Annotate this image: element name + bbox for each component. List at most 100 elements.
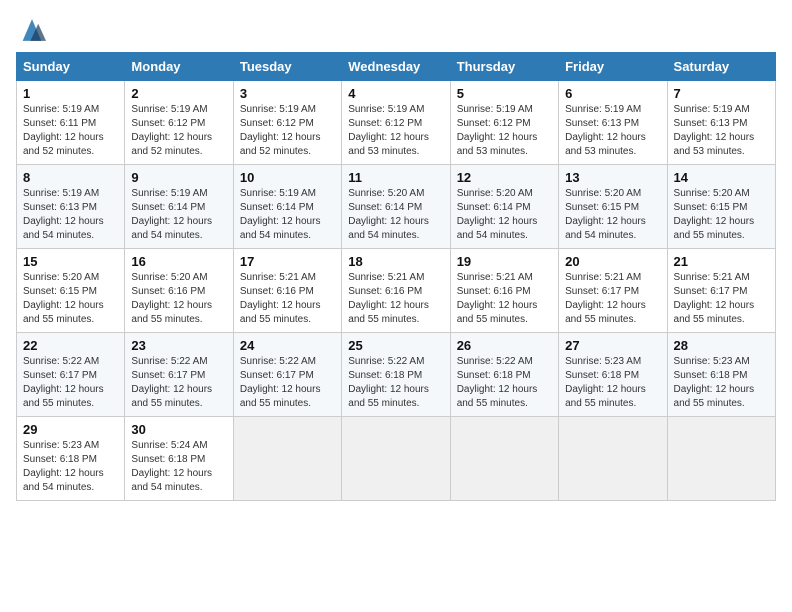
day-info: Sunrise: 5:19 AM Sunset: 6:14 PM Dayligh… [240, 187, 335, 243]
calendar-cell: 13 Sunrise: 5:20 AM Sunset: 6:15 PM Dayli… [559, 165, 667, 249]
day-info: Sunrise: 5:20 AM Sunset: 6:14 PM Dayligh… [457, 187, 552, 243]
day-info: Sunrise: 5:19 AM Sunset: 6:12 PM Dayligh… [131, 103, 226, 159]
day-number: 28 [674, 338, 769, 353]
calendar-cell: 29Sunrise: 5:23 AM Sunset: 6:18 PM Dayli… [17, 417, 125, 501]
calendar-cell: 3 Sunrise: 5:19 AM Sunset: 6:12 PM Daylig… [233, 81, 341, 165]
weekday-header-friday: Friday [559, 53, 667, 81]
day-info: Sunrise: 5:22 AM Sunset: 6:18 PM Dayligh… [348, 355, 443, 411]
calendar-cell: 15Sunrise: 5:20 AM Sunset: 6:15 PM Dayli… [17, 249, 125, 333]
day-info: Sunrise: 5:22 AM Sunset: 6:17 PM Dayligh… [23, 355, 118, 411]
day-number: 14 [674, 170, 769, 185]
calendar-week-row: 15Sunrise: 5:20 AM Sunset: 6:15 PM Dayli… [17, 249, 776, 333]
day-info: Sunrise: 5:21 AM Sunset: 6:16 PM Dayligh… [240, 271, 335, 327]
day-info: Sunrise: 5:23 AM Sunset: 6:18 PM Dayligh… [565, 355, 660, 411]
calendar-cell [667, 417, 775, 501]
day-info: Sunrise: 5:19 AM Sunset: 6:12 PM Dayligh… [457, 103, 552, 159]
calendar-cell: 1 Sunrise: 5:19 AM Sunset: 6:11 PM Daylig… [17, 81, 125, 165]
day-number: 4 [348, 86, 443, 101]
day-info: Sunrise: 5:20 AM Sunset: 6:15 PM Dayligh… [674, 187, 769, 243]
day-number: 22 [23, 338, 118, 353]
day-info: Sunrise: 5:19 AM Sunset: 6:13 PM Dayligh… [674, 103, 769, 159]
weekday-header-wednesday: Wednesday [342, 53, 450, 81]
calendar-cell: 18 Sunrise: 5:21 AM Sunset: 6:16 PM Dayli… [342, 249, 450, 333]
weekday-header-thursday: Thursday [450, 53, 558, 81]
day-number: 16 [131, 254, 226, 269]
day-number: 27 [565, 338, 660, 353]
calendar-body: 1 Sunrise: 5:19 AM Sunset: 6:11 PM Daylig… [17, 81, 776, 501]
day-info: Sunrise: 5:21 AM Sunset: 6:17 PM Dayligh… [674, 271, 769, 327]
day-info: Sunrise: 5:20 AM Sunset: 6:16 PM Dayligh… [131, 271, 226, 327]
day-number: 12 [457, 170, 552, 185]
weekday-header-saturday: Saturday [667, 53, 775, 81]
day-info: Sunrise: 5:19 AM Sunset: 6:13 PM Dayligh… [23, 187, 118, 243]
calendar-cell: 8Sunrise: 5:19 AM Sunset: 6:13 PM Daylig… [17, 165, 125, 249]
day-info: Sunrise: 5:20 AM Sunset: 6:15 PM Dayligh… [23, 271, 118, 327]
day-info: Sunrise: 5:24 AM Sunset: 6:18 PM Dayligh… [131, 439, 226, 495]
day-number: 9 [131, 170, 226, 185]
logo [16, 16, 52, 44]
calendar-cell: 9 Sunrise: 5:19 AM Sunset: 6:14 PM Daylig… [125, 165, 233, 249]
calendar-cell [450, 417, 558, 501]
calendar-cell [342, 417, 450, 501]
weekday-header-monday: Monday [125, 53, 233, 81]
calendar-cell: 11Sunrise: 5:20 AM Sunset: 6:14 PM Dayli… [342, 165, 450, 249]
day-number: 25 [348, 338, 443, 353]
calendar-week-row: 29Sunrise: 5:23 AM Sunset: 6:18 PM Dayli… [17, 417, 776, 501]
calendar-cell: 30 Sunrise: 5:24 AM Sunset: 6:18 PM Dayli… [125, 417, 233, 501]
day-info: Sunrise: 5:22 AM Sunset: 6:18 PM Dayligh… [457, 355, 552, 411]
calendar-cell: 25 Sunrise: 5:22 AM Sunset: 6:18 PM Dayli… [342, 333, 450, 417]
calendar-cell: 4Sunrise: 5:19 AM Sunset: 6:12 PM Daylig… [342, 81, 450, 165]
day-number: 2 [131, 86, 226, 101]
day-number: 10 [240, 170, 335, 185]
day-info: Sunrise: 5:22 AM Sunset: 6:17 PM Dayligh… [131, 355, 226, 411]
calendar-cell: 12 Sunrise: 5:20 AM Sunset: 6:14 PM Dayli… [450, 165, 558, 249]
calendar-cell: 23Sunrise: 5:22 AM Sunset: 6:17 PM Dayli… [125, 333, 233, 417]
calendar-cell: 20 Sunrise: 5:21 AM Sunset: 6:17 PM Dayli… [559, 249, 667, 333]
calendar-week-row: 8Sunrise: 5:19 AM Sunset: 6:13 PM Daylig… [17, 165, 776, 249]
day-info: Sunrise: 5:22 AM Sunset: 6:17 PM Dayligh… [240, 355, 335, 411]
day-number: 1 [23, 86, 118, 101]
day-info: Sunrise: 5:19 AM Sunset: 6:11 PM Dayligh… [23, 103, 118, 159]
day-info: Sunrise: 5:19 AM Sunset: 6:12 PM Dayligh… [240, 103, 335, 159]
weekday-header-sunday: Sunday [17, 53, 125, 81]
day-number: 18 [348, 254, 443, 269]
day-number: 3 [240, 86, 335, 101]
day-number: 17 [240, 254, 335, 269]
day-info: Sunrise: 5:23 AM Sunset: 6:18 PM Dayligh… [674, 355, 769, 411]
calendar-cell: 14 Sunrise: 5:20 AM Sunset: 6:15 PM Dayli… [667, 165, 775, 249]
day-info: Sunrise: 5:21 AM Sunset: 6:17 PM Dayligh… [565, 271, 660, 327]
calendar-table: SundayMondayTuesdayWednesdayThursdayFrid… [16, 52, 776, 501]
calendar-cell: 22 Sunrise: 5:22 AM Sunset: 6:17 PM Dayli… [17, 333, 125, 417]
calendar-cell: 27 Sunrise: 5:23 AM Sunset: 6:18 PM Dayli… [559, 333, 667, 417]
calendar-cell: 17 Sunrise: 5:21 AM Sunset: 6:16 PM Dayli… [233, 249, 341, 333]
weekday-header-row: SundayMondayTuesdayWednesdayThursdayFrid… [17, 53, 776, 81]
page-header [16, 16, 776, 44]
day-number: 13 [565, 170, 660, 185]
calendar-cell [559, 417, 667, 501]
calendar-cell [233, 417, 341, 501]
day-number: 6 [565, 86, 660, 101]
day-number: 24 [240, 338, 335, 353]
day-info: Sunrise: 5:19 AM Sunset: 6:14 PM Dayligh… [131, 187, 226, 243]
day-number: 5 [457, 86, 552, 101]
calendar-header: SundayMondayTuesdayWednesdayThursdayFrid… [17, 53, 776, 81]
calendar-cell: 7 Sunrise: 5:19 AM Sunset: 6:13 PM Daylig… [667, 81, 775, 165]
calendar-cell: 6Sunrise: 5:19 AM Sunset: 6:13 PM Daylig… [559, 81, 667, 165]
day-number: 26 [457, 338, 552, 353]
weekday-header-tuesday: Tuesday [233, 53, 341, 81]
day-number: 21 [674, 254, 769, 269]
day-info: Sunrise: 5:20 AM Sunset: 6:14 PM Dayligh… [348, 187, 443, 243]
day-info: Sunrise: 5:20 AM Sunset: 6:15 PM Dayligh… [565, 187, 660, 243]
day-info: Sunrise: 5:21 AM Sunset: 6:16 PM Dayligh… [457, 271, 552, 327]
calendar-cell: 28 Sunrise: 5:23 AM Sunset: 6:18 PM Dayli… [667, 333, 775, 417]
day-number: 7 [674, 86, 769, 101]
day-info: Sunrise: 5:23 AM Sunset: 6:18 PM Dayligh… [23, 439, 118, 495]
day-number: 30 [131, 422, 226, 437]
calendar-cell: 5 Sunrise: 5:19 AM Sunset: 6:12 PM Daylig… [450, 81, 558, 165]
logo-icon [16, 16, 48, 44]
day-number: 19 [457, 254, 552, 269]
calendar-cell: 24 Sunrise: 5:22 AM Sunset: 6:17 PM Dayli… [233, 333, 341, 417]
calendar-cell: 10 Sunrise: 5:19 AM Sunset: 6:14 PM Dayli… [233, 165, 341, 249]
day-info: Sunrise: 5:21 AM Sunset: 6:16 PM Dayligh… [348, 271, 443, 327]
day-number: 20 [565, 254, 660, 269]
